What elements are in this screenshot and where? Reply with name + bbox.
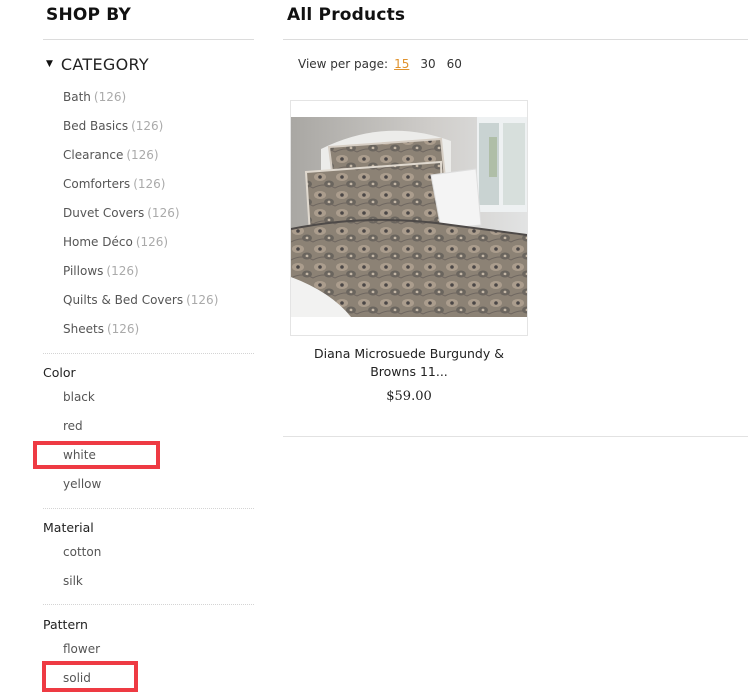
category-count: (126) [106,264,139,278]
category-count: (126) [135,235,169,249]
divider [43,353,254,354]
category-label: Duvet Covers [63,206,145,220]
view-per-page-option-30[interactable]: 30 [420,57,435,71]
category-label: Pillows [63,264,104,278]
category-list: Bath (126) Bed Basics (126) Clearance (126)… [63,88,218,349]
category-item-bed-basics[interactable]: Bed Basics (126) [63,117,218,146]
category-count: (126) [186,293,219,307]
category-count: (126) [106,322,140,336]
category-label: Sheets [63,322,104,336]
divider [43,508,254,509]
pattern-filter-title: Pattern [43,617,88,632]
category-count: (126) [93,90,127,104]
material-option-silk[interactable]: silk [63,572,101,601]
divider [283,436,748,437]
category-item-clearance[interactable]: Clearance (126) [63,146,218,175]
category-count: (126) [131,119,164,133]
category-label: Bath [63,90,91,104]
material-option-cotton[interactable]: cotton [63,543,101,572]
color-option-yellow[interactable]: yellow [63,475,101,504]
category-label: Clearance [63,148,124,162]
category-label: Bed Basics [63,119,129,133]
divider [283,39,748,40]
page-title: All Products [287,5,406,25]
category-item-comforters[interactable]: Comforters (126) [63,175,218,204]
divider [43,604,254,605]
material-filter-title: Material [43,520,94,535]
category-title: CATEGORY [60,55,149,74]
view-per-page-label: View per page: [298,57,389,71]
triangle-down-icon: ▼ [46,58,53,69]
product-name-line-1: Diana Microsuede Burgundy & [314,346,504,361]
category-item-pillows[interactable]: Pillows (126) [63,262,218,291]
category-label: Home Déco [63,235,133,249]
divider [43,39,254,40]
category-item-sheets[interactable]: Sheets (126) [63,320,218,349]
category-item-home-deco[interactable]: Home Déco (126) [63,233,218,262]
category-header[interactable]: ▼ CATEGORY [46,55,149,74]
view-per-page-option-15[interactable]: 15 [394,57,409,71]
highlight-box-solid [42,661,138,692]
material-filter-list: cotton silk [63,543,101,601]
category-label: Quilts & Bed Covers [63,293,184,307]
category-label: Comforters [63,177,131,191]
product-name-line-2: Browns 11... [370,364,448,379]
product-price: $59.00 [386,389,432,404]
product-image[interactable] [291,117,527,317]
color-filter-title: Color [43,365,76,380]
category-item-duvet-covers[interactable]: Duvet Covers (126) [63,204,218,233]
category-count: (126) [126,148,159,162]
sidebar: SHOP BY ▼ CATEGORY Bath (126) Bed Basics(… [0,0,256,693]
highlight-box-white [33,441,160,469]
shop-by-title: SHOP BY [46,5,132,25]
view-per-page: View per page: 15 30 60 [298,57,473,71]
product-name[interactable]: Diana Microsuede Burgundy & Browns 11... [290,345,528,381]
category-count: (126) [133,177,166,191]
view-per-page-option-60[interactable]: 60 [447,57,462,71]
category-item-quilts-bed-covers[interactable]: Quilts & Bed Covers (126) [63,291,218,320]
category-count: (126) [147,206,180,220]
color-option-black[interactable]: black [63,388,101,417]
category-item-bath[interactable]: Bath (126) [63,88,218,117]
